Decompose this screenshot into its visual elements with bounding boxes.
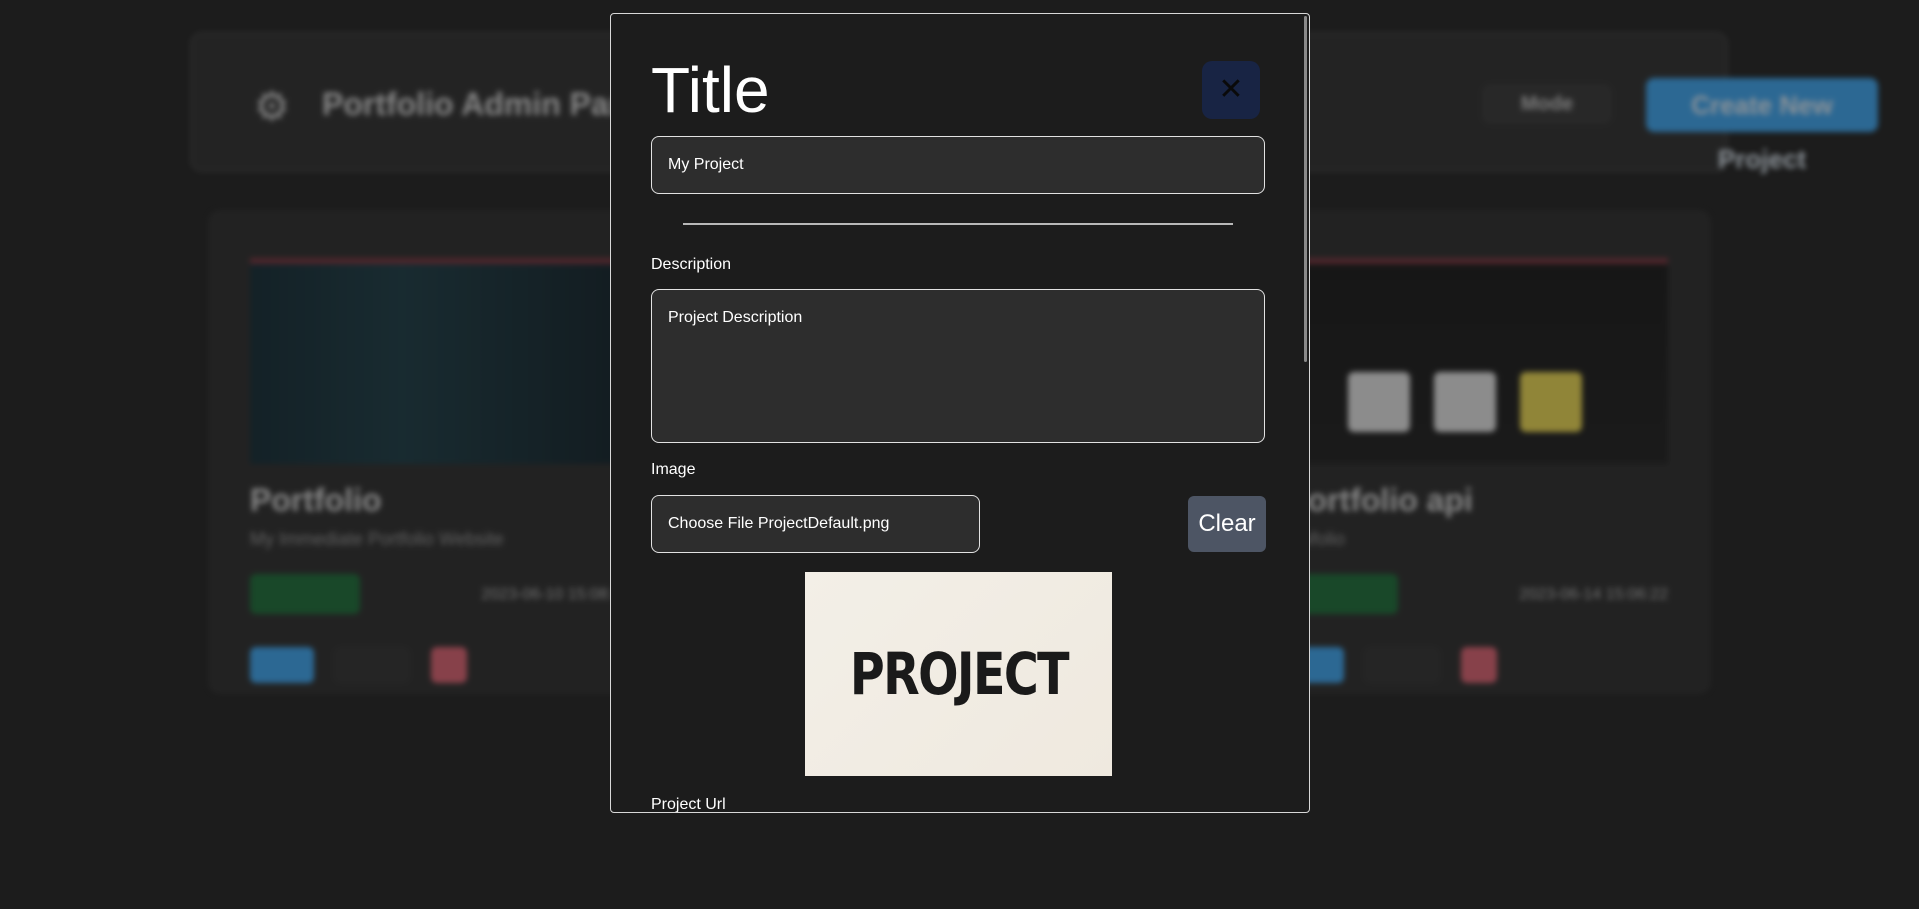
project-thumbnail — [250, 258, 630, 464]
image-label: Image — [651, 461, 696, 478]
project-modal: Title ✕ My Project Description Project D… — [610, 13, 1310, 813]
image-preview: PROJECT — [805, 572, 1112, 776]
preview-image-text: PROJECT — [849, 640, 1070, 708]
image-file-input[interactable]: Choose File ProjectDefault.png — [651, 495, 980, 553]
project-card: Portfolio My Immediate Portfolio Website… — [250, 258, 630, 683]
project-date: 2023-06-10 15:08:22 — [481, 586, 630, 603]
js-icon — [1520, 372, 1582, 432]
delete-button[interactable] — [430, 647, 467, 683]
description-label: Description — [651, 256, 732, 273]
title-input[interactable]: My Project — [651, 136, 1265, 194]
app-title: Portfolio Admin Panel — [322, 86, 656, 122]
project-name: Portfolio — [250, 482, 382, 518]
mode-toggle[interactable]: Mode — [1482, 84, 1612, 124]
close-button[interactable]: ✕ — [1202, 61, 1260, 119]
clear-image-button[interactable]: Clear — [1188, 496, 1266, 552]
delete-button[interactable] — [1460, 647, 1497, 683]
modal-title: Title — [651, 54, 770, 126]
project-thumbnail — [1288, 258, 1668, 464]
details-button[interactable] — [334, 647, 411, 683]
project-date: 2023-06-14 15:06:22 — [1519, 586, 1668, 603]
project-description: My Immediate Portfolio Website — [250, 529, 504, 549]
css-icon — [1434, 372, 1496, 432]
project-url-label: Project Url — [651, 796, 726, 813]
description-textarea[interactable]: Project Description — [651, 289, 1265, 443]
status-badge — [250, 574, 360, 614]
edit-button[interactable] — [250, 647, 314, 683]
close-icon: ✕ — [1218, 73, 1244, 106]
gear-icon: ⚙ — [254, 85, 290, 129]
details-button[interactable] — [1364, 647, 1441, 683]
divider — [683, 223, 1233, 225]
project-card: portfolio api apifolio 2023-06-14 15:06:… — [1288, 258, 1668, 683]
project-description: apifolio — [1288, 529, 1346, 549]
project-name: portfolio api — [1288, 482, 1473, 518]
html-icon — [1348, 372, 1410, 432]
modal-scrollbar[interactable] — [1304, 16, 1307, 362]
create-project-button[interactable]: Create New Project — [1646, 78, 1878, 174]
